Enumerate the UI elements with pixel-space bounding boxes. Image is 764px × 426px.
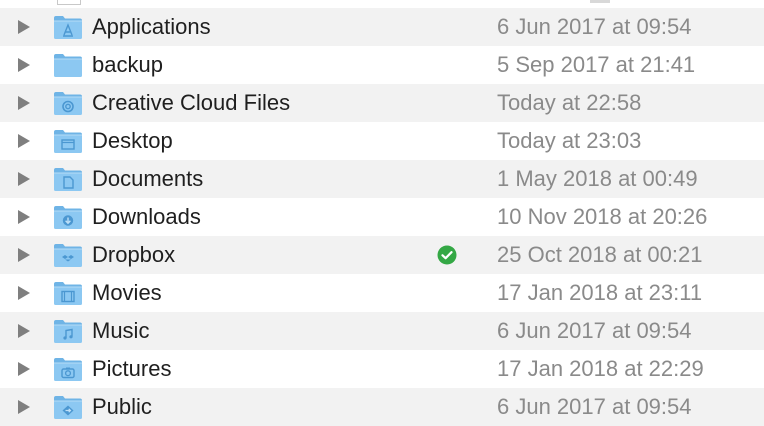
file-list: Applications 6 Jun 2017 at 09:54 backup 5 S… bbox=[0, 8, 764, 426]
list-item[interactable]: Pictures 17 Jan 2018 at 22:29 bbox=[0, 350, 764, 388]
disclosure-triangle-icon[interactable] bbox=[18, 96, 30, 110]
document-icon-fragment bbox=[57, 0, 81, 5]
date-modified: 25 Oct 2018 at 00:21 bbox=[497, 242, 703, 267]
date-modified: Today at 22:58 bbox=[497, 90, 642, 115]
list-item[interactable]: Documents 1 May 2018 at 00:49 bbox=[0, 160, 764, 198]
date-modified: 6 Jun 2017 at 09:54 bbox=[497, 394, 692, 419]
list-item[interactable]: Desktop Today at 23:03 bbox=[0, 122, 764, 160]
sync-complete-checkmark-icon bbox=[437, 245, 457, 265]
file-name: Public bbox=[92, 394, 152, 419]
disclosure-triangle-icon[interactable] bbox=[18, 210, 30, 224]
date-fragment bbox=[590, 0, 610, 3]
pictures-folder-icon bbox=[53, 356, 83, 382]
creative-cloud-folder-icon bbox=[53, 90, 83, 116]
date-modified: Today at 23:03 bbox=[497, 128, 642, 153]
date-modified: 17 Jan 2018 at 22:29 bbox=[497, 356, 704, 381]
disclosure-triangle-icon[interactable] bbox=[18, 286, 30, 300]
date-modified: 10 Nov 2018 at 20:26 bbox=[497, 204, 708, 229]
date-modified: 1 May 2018 at 00:49 bbox=[497, 166, 698, 191]
movies-folder-icon bbox=[53, 280, 83, 306]
file-name: Creative Cloud Files bbox=[92, 90, 291, 115]
file-name: Pictures bbox=[92, 356, 172, 381]
disclosure-triangle-icon[interactable] bbox=[18, 172, 30, 186]
date-modified: 5 Sep 2017 at 21:41 bbox=[497, 52, 696, 77]
disclosure-triangle-icon[interactable] bbox=[18, 400, 30, 414]
file-name: Desktop bbox=[92, 128, 173, 153]
list-item[interactable]: Applications 6 Jun 2017 at 09:54 bbox=[0, 8, 764, 46]
disclosure-triangle-icon[interactable] bbox=[18, 362, 30, 376]
file-name: Downloads bbox=[92, 204, 201, 229]
folder-icon bbox=[53, 52, 83, 78]
list-item[interactable]: Public 6 Jun 2017 at 09:54 bbox=[0, 388, 764, 426]
date-modified: 17 Jan 2018 at 23:11 bbox=[497, 280, 703, 305]
list-item[interactable]: Movies 17 Jan 2018 at 23:11 bbox=[0, 274, 764, 312]
downloads-folder-icon bbox=[53, 204, 83, 230]
dropbox-folder-icon bbox=[53, 242, 83, 268]
list-item[interactable]: Music 6 Jun 2017 at 09:54 bbox=[0, 312, 764, 350]
disclosure-triangle-icon[interactable] bbox=[18, 324, 30, 338]
file-name: Documents bbox=[92, 166, 204, 191]
public-folder-icon bbox=[53, 394, 83, 420]
disclosure-triangle-icon[interactable] bbox=[18, 248, 30, 262]
disclosure-triangle-icon[interactable] bbox=[18, 134, 30, 148]
file-name: backup bbox=[92, 52, 163, 77]
applications-folder-icon bbox=[53, 14, 83, 40]
file-name: Movies bbox=[92, 280, 162, 305]
music-folder-icon bbox=[53, 318, 83, 344]
date-modified: 6 Jun 2017 at 09:54 bbox=[497, 14, 692, 39]
date-modified: 6 Jun 2017 at 09:54 bbox=[497, 318, 692, 343]
file-name: Dropbox bbox=[92, 242, 176, 267]
list-item[interactable]: Downloads 10 Nov 2018 at 20:26 bbox=[0, 198, 764, 236]
documents-folder-icon bbox=[53, 166, 83, 192]
disclosure-triangle-icon[interactable] bbox=[18, 20, 30, 34]
list-item[interactable]: Dropbox 25 Oct 2018 at 00:21 bbox=[0, 236, 764, 274]
file-name: Music bbox=[92, 318, 150, 343]
previous-row-fragment bbox=[0, 0, 764, 8]
list-item[interactable]: backup 5 Sep 2017 at 21:41 bbox=[0, 46, 764, 84]
file-name: Applications bbox=[92, 14, 211, 39]
desktop-folder-icon bbox=[53, 128, 83, 154]
disclosure-triangle-icon[interactable] bbox=[18, 58, 30, 72]
list-item[interactable]: Creative Cloud Files Today at 22:58 bbox=[0, 84, 764, 122]
